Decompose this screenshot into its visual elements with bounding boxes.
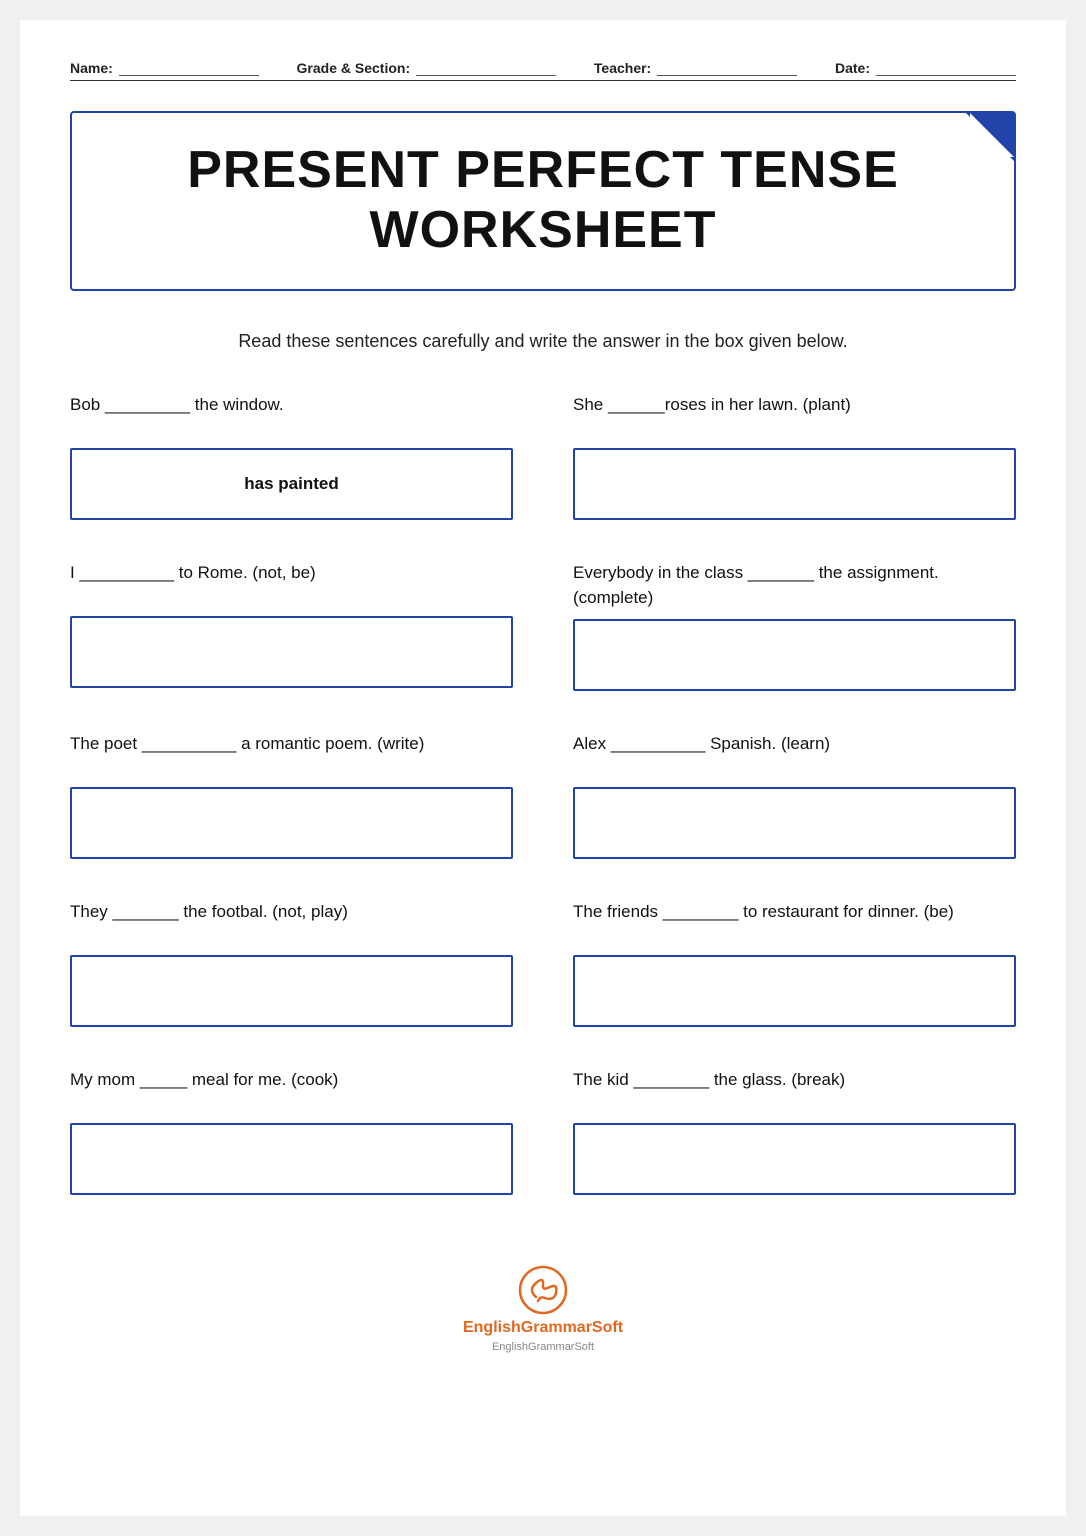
date-field: Date:	[835, 60, 1016, 76]
answer-box-5[interactable]	[70, 787, 513, 859]
exercise-block-6: Alex __________ Spanish. (learn)	[573, 731, 1016, 879]
sentence-5: The poet __________ a romantic poem. (wr…	[70, 731, 513, 779]
answer-box-7[interactable]	[70, 955, 513, 1027]
instructions-text: Read these sentences carefully and write…	[70, 331, 1016, 352]
sentence-7: They _______ the footbal. (not, play)	[70, 899, 513, 947]
worksheet-title: PRESENT PERFECT TENSE WORKSHEET	[112, 141, 974, 261]
corner-fold-inner-decoration	[970, 113, 1014, 157]
answer-box-9[interactable]	[70, 1123, 513, 1195]
answer-box-8[interactable]	[573, 955, 1016, 1027]
name-label: Name:	[70, 60, 113, 76]
sentence-6: Alex __________ Spanish. (learn)	[573, 731, 1016, 779]
worksheet-page: Name: Grade & Section: Teacher: Date: PR…	[20, 20, 1066, 1516]
grade-underline	[416, 75, 556, 76]
exercise-block-8: The friends ________ to restaurant for d…	[573, 899, 1016, 1047]
sentence-1: Bob _________ the window.	[70, 392, 513, 440]
date-underline	[876, 75, 1016, 76]
title-line2: WORKSHEET	[370, 201, 717, 259]
answer-box-2[interactable]	[573, 448, 1016, 520]
exercise-block-10: The kid ________ the glass. (break)	[573, 1067, 1016, 1215]
title-line1: PRESENT PERFECT TENSE	[187, 141, 899, 199]
answer-box-3[interactable]	[70, 616, 513, 688]
sentence-3: I __________ to Rome. (not, be)	[70, 560, 513, 608]
grade-label: Grade & Section:	[297, 60, 411, 76]
sentence-10: The kid ________ the glass. (break)	[573, 1067, 1016, 1115]
sentence-4: Everybody in the class _______ the assig…	[573, 560, 1016, 611]
answer-box-1[interactable]: has painted	[70, 448, 513, 520]
footer: EnglishGrammarSoft EnglishGrammarSoft	[70, 1265, 1016, 1353]
sentence-8: The friends ________ to restaurant for d…	[573, 899, 1016, 947]
sentence-2: She ______roses in her lawn. (plant)	[573, 392, 1016, 440]
exercise-block-9: My mom _____ meal for me. (cook)	[70, 1067, 513, 1215]
exercise-block-2: She ______roses in her lawn. (plant)	[573, 392, 1016, 540]
answer-box-10[interactable]	[573, 1123, 1016, 1195]
exercise-block-5: The poet __________ a romantic poem. (wr…	[70, 731, 513, 879]
exercise-block-4: Everybody in the class _______ the assig…	[573, 560, 1016, 711]
brand-sub: EnglishGrammarSoft	[492, 1341, 594, 1353]
answer-box-4[interactable]	[573, 619, 1016, 691]
title-box: PRESENT PERFECT TENSE WORKSHEET	[70, 111, 1016, 291]
exercise-block-7: They _______ the footbal. (not, play)	[70, 899, 513, 1047]
brand-logo-icon	[518, 1265, 568, 1315]
header-row: Name: Grade & Section: Teacher: Date:	[70, 60, 1016, 81]
exercises-grid: Bob _________ the window. has painted She …	[70, 392, 1016, 1225]
grade-field: Grade & Section:	[297, 60, 557, 76]
teacher-label: Teacher:	[594, 60, 651, 76]
exercise-block-1: Bob _________ the window. has painted	[70, 392, 513, 540]
sentence-9: My mom _____ meal for me. (cook)	[70, 1067, 513, 1115]
exercise-block-3: I __________ to Rome. (not, be)	[70, 560, 513, 711]
answer-box-6[interactable]	[573, 787, 1016, 859]
teacher-field: Teacher:	[594, 60, 797, 76]
teacher-underline	[657, 75, 797, 76]
name-underline	[119, 75, 259, 76]
brand-name: EnglishGrammarSoft	[463, 1319, 623, 1337]
name-field: Name:	[70, 60, 259, 76]
date-label: Date:	[835, 60, 870, 76]
